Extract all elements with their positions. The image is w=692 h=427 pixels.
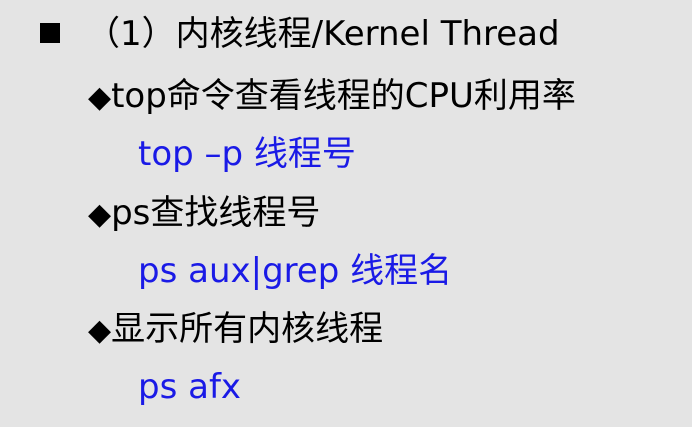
list-item: ◆top命令查看线程的CPU利用率 bbox=[88, 76, 576, 118]
heading-text: （1）内核线程/Kernel Thread bbox=[86, 14, 560, 54]
square-bullet-icon bbox=[40, 23, 60, 43]
list-item-text: 显示所有内核线程 bbox=[111, 309, 384, 349]
list-item: ◆ps查找线程号 bbox=[88, 193, 320, 235]
list-item-text: top命令查看线程的CPU利用率 bbox=[111, 76, 576, 116]
diamond-bullet-icon: ◆ bbox=[88, 80, 112, 115]
list-item: ◆显示所有内核线程 bbox=[88, 309, 383, 351]
command-text: ps afx bbox=[138, 367, 242, 407]
slide: （1）内核线程/Kernel Thread ◆top命令查看线程的CPU利用率 … bbox=[0, 0, 692, 427]
heading-line: （1）内核线程/Kernel Thread bbox=[40, 14, 560, 54]
command-text: top –p 线程号 bbox=[138, 134, 356, 174]
list-item-text: ps查找线程号 bbox=[111, 193, 321, 233]
diamond-bullet-icon: ◆ bbox=[88, 197, 112, 232]
command-text: ps aux|grep 线程名 bbox=[138, 251, 453, 291]
diamond-bullet-icon: ◆ bbox=[88, 313, 112, 348]
